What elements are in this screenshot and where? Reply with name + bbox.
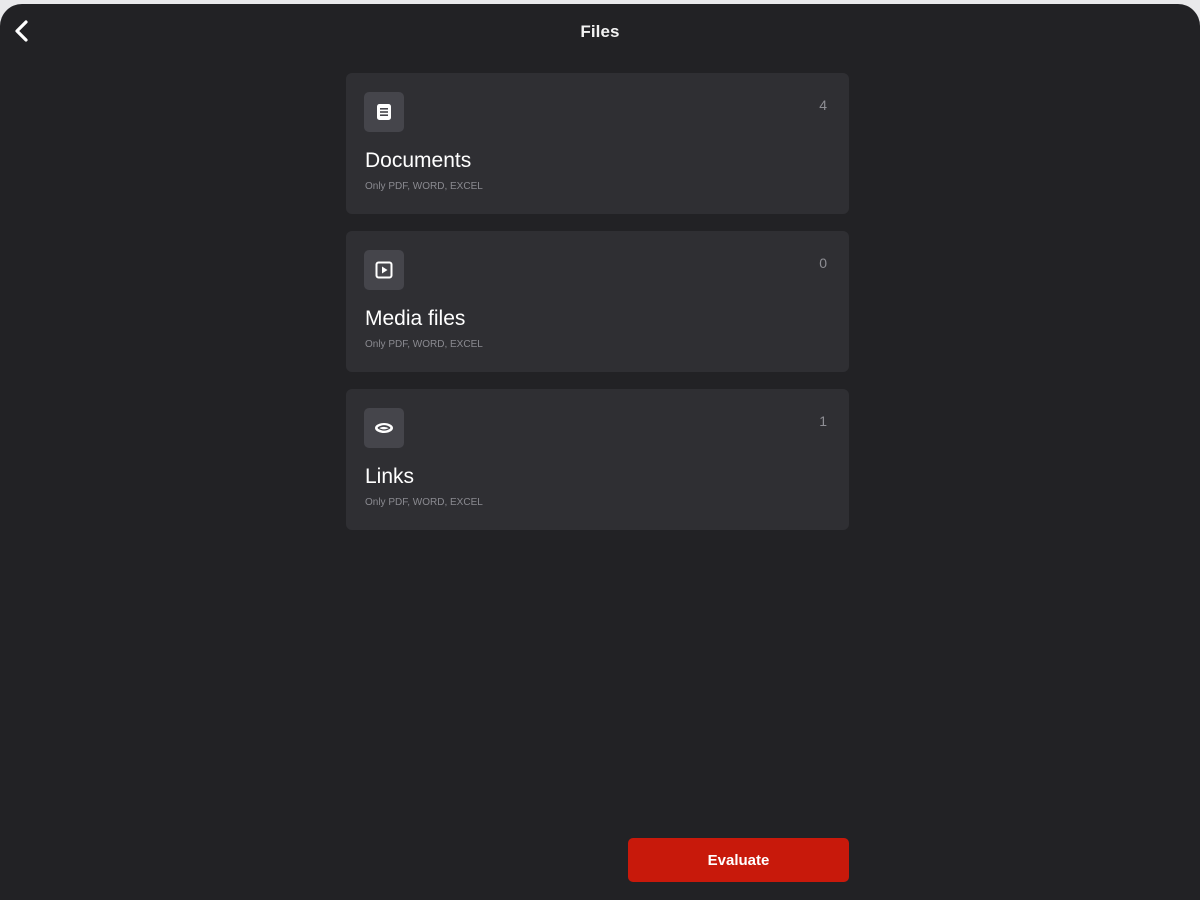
file-count: 0 (819, 255, 827, 271)
card-subtitle: Only PDF, WORD, EXCEL (365, 181, 483, 192)
links-card[interactable]: 1 Links Only PDF, WORD, EXCEL (346, 389, 849, 530)
link-icon (364, 408, 404, 448)
file-count: 1 (819, 413, 827, 429)
documents-card[interactable]: 4 Documents Only PDF, WORD, EXCEL (346, 73, 849, 214)
card-subtitle: Only PDF, WORD, EXCEL (365, 497, 483, 508)
document-icon (364, 92, 404, 132)
card-title: Media files (365, 307, 466, 330)
file-count: 4 (819, 97, 827, 113)
card-title: Documents (365, 149, 472, 172)
media-files-card[interactable]: 0 Media files Only PDF, WORD, EXCEL (346, 231, 849, 372)
file-category-list: 4 Documents Only PDF, WORD, EXCEL 0 Medi… (346, 73, 849, 547)
card-title: Links (365, 465, 415, 488)
card-subtitle: Only PDF, WORD, EXCEL (365, 339, 483, 350)
page-title: Files (580, 22, 620, 41)
app-window: Files 4 Documents Only PDF, WORD, EXCEL (0, 4, 1200, 900)
evaluate-button[interactable]: Evaluate (628, 838, 849, 882)
media-play-icon (364, 250, 404, 290)
header-bar: Files (0, 4, 1200, 58)
